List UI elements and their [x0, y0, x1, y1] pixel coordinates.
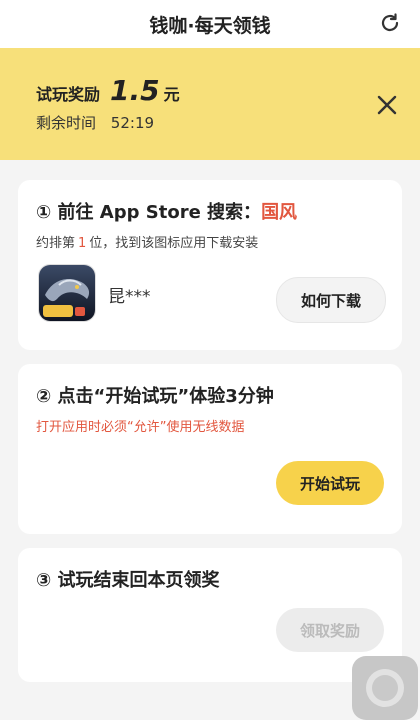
step-2-title-text: 点击“开始试玩”体验3分钟 — [57, 386, 274, 407]
step-1-number: ① — [36, 202, 52, 223]
step-2-title: ② 点击“开始试玩”体验3分钟 — [36, 382, 274, 408]
close-icon[interactable] — [376, 94, 398, 116]
reward-label: 试玩奖励 — [36, 85, 101, 104]
step-1-title-text: 前往 App Store 搜索： — [57, 202, 262, 223]
refresh-icon[interactable] — [378, 11, 402, 35]
how-to-download-button[interactable]: 如何下载 — [276, 277, 386, 323]
wifi-warning: 打开应用时必须“允许”使用无线数据 — [36, 420, 245, 435]
step-1-title: ① 前往 App Store 搜索：国风 — [36, 198, 297, 224]
top-bar: 钱咖·每天领钱 — [0, 0, 420, 48]
rank-note-suffix: 位，找到该图标应用下载安装 — [89, 236, 259, 251]
step-1-card: ① 前往 App Store 搜索：国风 约排第 1 位，找到该图标应用下载安装 昆… — [18, 180, 402, 350]
search-keyword: 国风 — [261, 202, 298, 223]
app-icon — [38, 264, 96, 322]
reward-row: 试玩奖励 1.5 元 — [36, 74, 180, 107]
step-3-title-text: 试玩结束回本页领奖 — [57, 570, 220, 591]
start-trial-button[interactable]: 开始试玩 — [276, 461, 384, 505]
rank-number: 1 — [78, 236, 87, 251]
rank-note-prefix: 约排第 — [36, 236, 76, 251]
step-3-card: ③ 试玩结束回本页领奖 领取奖励 — [18, 548, 402, 682]
step-2-number: ② — [36, 386, 52, 407]
reward-banner: 试玩奖励 1.5 元 剩余时间 52:19 — [0, 48, 420, 160]
remaining-time: 剩余时间 52:19 — [36, 112, 154, 133]
reward-amount: 1.5 — [110, 74, 160, 107]
time-value: 52:19 — [110, 114, 155, 132]
app-name: 昆*** — [108, 287, 151, 307]
rank-note: 约排第 1 位，找到该图标应用下载安装 — [36, 232, 258, 251]
assistive-core — [372, 675, 398, 701]
time-label: 剩余时间 — [36, 114, 97, 132]
step-3-title: ③ 试玩结束回本页领奖 — [36, 566, 220, 592]
assistive-touch-icon[interactable] — [352, 656, 418, 720]
page-title: 钱咖·每天领钱 — [149, 15, 271, 37]
step-2-card: ② 点击“开始试玩”体验3分钟 打开应用时必须“允许”使用无线数据 开始试玩 — [18, 364, 402, 534]
claim-reward-button[interactable]: 领取奖励 — [276, 608, 384, 652]
dragon-app-icon — [39, 265, 95, 321]
step-3-number: ③ — [36, 570, 52, 591]
reward-unit: 元 — [163, 85, 180, 104]
